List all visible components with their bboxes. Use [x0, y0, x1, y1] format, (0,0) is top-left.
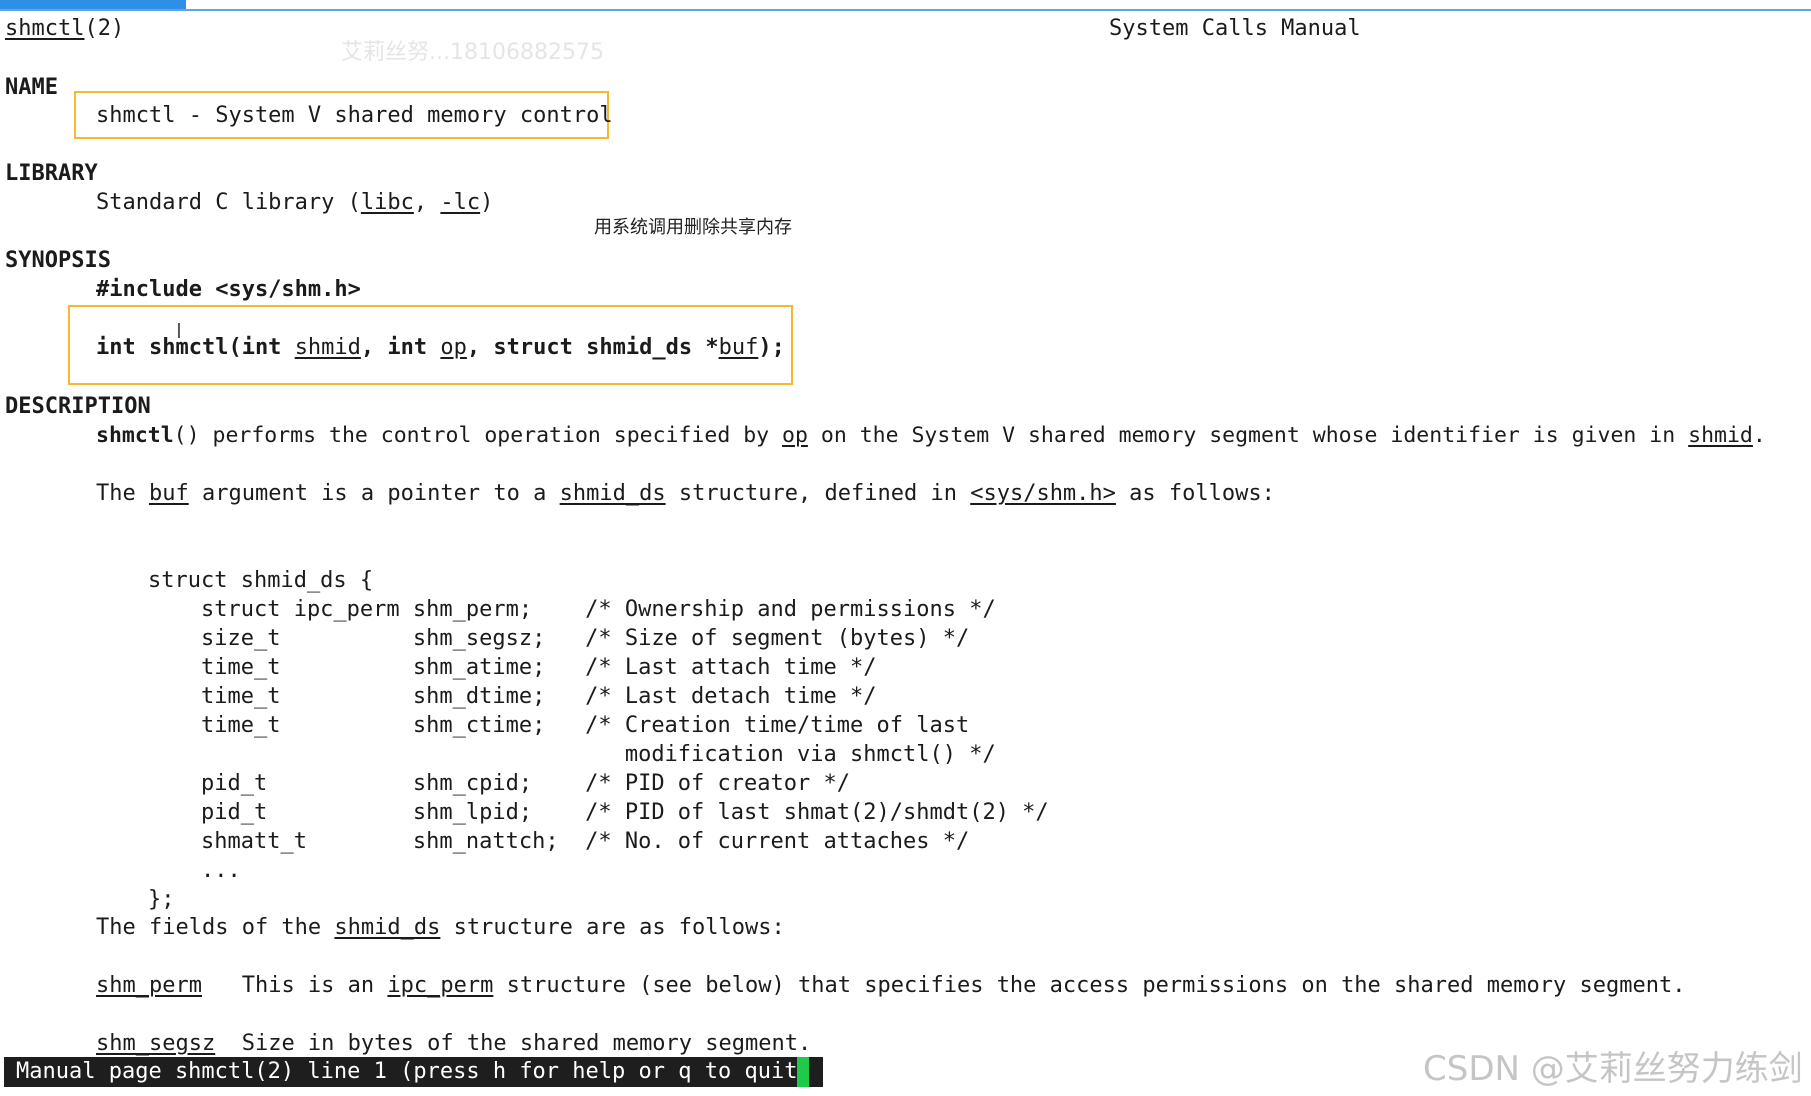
struct-line: time_t shm_atime; /* Last attach time */	[148, 655, 877, 680]
struct-line: ...	[148, 858, 241, 883]
shm-segsz-link[interactable]: shm_segsz	[96, 1031, 215, 1056]
desc2-shmid-ds-link[interactable]: shmid_ds	[560, 481, 666, 506]
user-watermark: 艾莉丝努...18106882575	[341, 40, 604, 65]
section-name-heading: NAME	[5, 75, 58, 100]
desc1-op-link[interactable]: op	[782, 423, 808, 448]
library-line: Standard C library (libc, -lc)	[96, 188, 493, 217]
fields-text1: The fields of the	[96, 915, 335, 940]
shm-perm-text2: structure (see below) that specifies the…	[493, 973, 1686, 998]
shm-perm-text1: This is an	[201, 973, 388, 998]
struct-line: modification via shmctl() */	[148, 742, 996, 767]
desc2-buf-link[interactable]: buf	[149, 481, 189, 506]
proto-part4: );	[758, 335, 785, 360]
section-description-heading: DESCRIPTION	[5, 394, 151, 419]
description-para2: The buf argument is a pointer to a shmid…	[96, 479, 1275, 508]
man-header-right: System Calls Manual	[1109, 16, 1361, 41]
field-shm-segsz: shm_segsz Size in bytes of the shared me…	[96, 1029, 811, 1058]
library-comma: ,	[413, 190, 441, 215]
synopsis-prototype: int shmctl(int shmid, int op, struct shm…	[96, 333, 785, 362]
desc2-header-link[interactable]: <sys/shm.h>	[970, 481, 1116, 506]
shm-perm-link[interactable]: shm_perm	[96, 973, 202, 998]
struct-definition: struct shmid_ds { struct ipc_perm shm_pe…	[148, 537, 1049, 943]
header-section: (2)	[84, 16, 125, 41]
struct-line: shmatt_t shm_nattch; /* No. of current a…	[148, 829, 970, 854]
proto-part1: int shmctl(int	[96, 335, 295, 360]
proto-part2: , int	[360, 335, 441, 360]
proto-op-arg[interactable]: op	[440, 335, 467, 360]
desc1-text3: .	[1752, 423, 1766, 448]
terminal-cursor	[797, 1057, 809, 1087]
struct-line: pid_t shm_lpid; /* PID of last shmat(2)/…	[148, 800, 1049, 825]
struct-line: time_t shm_ctime; /* Creation time/time …	[148, 713, 970, 738]
active-tab-indicator[interactable]	[0, 0, 186, 9]
desc2-text1: The	[96, 481, 149, 506]
desc1-text1: () performs the control operation specif…	[173, 423, 783, 448]
ipc-perm-link[interactable]: ipc_perm	[387, 973, 493, 998]
libc-link[interactable]: libc	[361, 190, 414, 215]
header-page-link[interactable]: shmctl	[5, 16, 84, 41]
fields-text2: structure are as follows:	[440, 915, 785, 940]
desc-fn-name: shmctl	[96, 423, 174, 448]
fields-shmid-ds-link[interactable]: shmid_ds	[334, 915, 440, 940]
lc-link[interactable]: -lc	[440, 190, 480, 215]
csdn-watermark: CSDN @艾莉丝努力练剑	[1423, 1049, 1803, 1089]
top-tab-strip	[0, 0, 1811, 11]
field-shm-perm: shm_perm This is an ipc_perm structure (…	[96, 971, 1685, 1000]
fields-intro: The fields of the shmid_ds structure are…	[96, 913, 785, 942]
text-cursor-icon: I	[176, 319, 182, 343]
struct-line: pid_t shm_cpid; /* PID of creator */	[148, 771, 850, 796]
pager-status-bar: Manual page shmctl(2) line 1 (press h fo…	[4, 1057, 823, 1087]
man-header-left: shmctl(2)	[5, 14, 124, 43]
desc1-text2: on the System V shared memory segment wh…	[807, 423, 1689, 448]
desc2-text4: as follows:	[1115, 481, 1275, 506]
struct-line: struct ipc_perm shm_perm; /* Ownership a…	[148, 597, 996, 622]
struct-line: size_t shm_segsz; /* Size of segment (by…	[148, 626, 970, 651]
desc2-text3: structure, defined in	[665, 481, 971, 506]
shm-segsz-text: Size in bytes of the shared memory segme…	[215, 1031, 812, 1056]
library-end: )	[480, 190, 494, 215]
struct-line: };	[148, 887, 175, 912]
desc1-shmid-link[interactable]: shmid	[1688, 423, 1753, 448]
proto-buf-arg[interactable]: buf	[719, 335, 759, 360]
chinese-annotation: 用系统调用删除共享内存	[594, 217, 792, 238]
synopsis-include: #include <sys/shm.h>	[96, 277, 361, 302]
section-synopsis-heading: SYNOPSIS	[5, 248, 111, 273]
proto-part3: , struct shmid_ds *	[466, 335, 719, 360]
struct-line: time_t shm_dtime; /* Last detach time */	[148, 684, 877, 709]
description-para1: shmctl() performs the control operation …	[96, 421, 1766, 450]
name-description: shmctl - System V shared memory control	[96, 103, 613, 128]
section-library-heading: LIBRARY	[5, 161, 98, 186]
proto-shmid-arg[interactable]: shmid	[295, 335, 361, 360]
library-text: Standard C library (	[96, 190, 361, 215]
struct-line: struct shmid_ds {	[148, 568, 374, 593]
desc2-text2: argument is a pointer to a	[188, 481, 560, 506]
